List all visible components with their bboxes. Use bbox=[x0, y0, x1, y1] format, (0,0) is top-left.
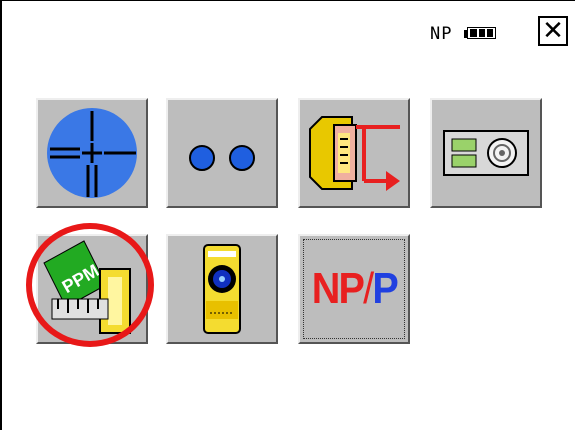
observation-button[interactable] bbox=[36, 98, 148, 208]
ppm-correction-button[interactable]: PPM bbox=[36, 234, 148, 344]
np-p-toggle-button[interactable]: NP/P bbox=[298, 234, 410, 344]
ppm-ruler-icon: PPM bbox=[43, 240, 131, 334]
np-p-text-icon: NP/P bbox=[311, 264, 398, 313]
left-border bbox=[0, 0, 2, 430]
status-bar: NP bbox=[430, 20, 498, 48]
prism-target-icon bbox=[203, 244, 241, 334]
crosshair-telescope-icon bbox=[47, 108, 137, 198]
top-border bbox=[0, 0, 575, 1]
memory-button[interactable] bbox=[430, 98, 542, 208]
close-button[interactable]: ✕ bbox=[538, 16, 568, 46]
prism-button[interactable] bbox=[166, 234, 278, 344]
data-output-button[interactable] bbox=[298, 98, 410, 208]
np-text: NP bbox=[311, 264, 364, 313]
memory-card-export-icon bbox=[309, 116, 400, 191]
battery-icon bbox=[464, 27, 498, 41]
target-constant-button[interactable] bbox=[166, 98, 278, 208]
mode-label: NP bbox=[430, 24, 453, 44]
slash-text: / bbox=[362, 264, 374, 313]
p-text: P bbox=[372, 264, 398, 313]
two-circles-icon bbox=[189, 145, 255, 171]
storage-disc-icon bbox=[443, 130, 529, 176]
